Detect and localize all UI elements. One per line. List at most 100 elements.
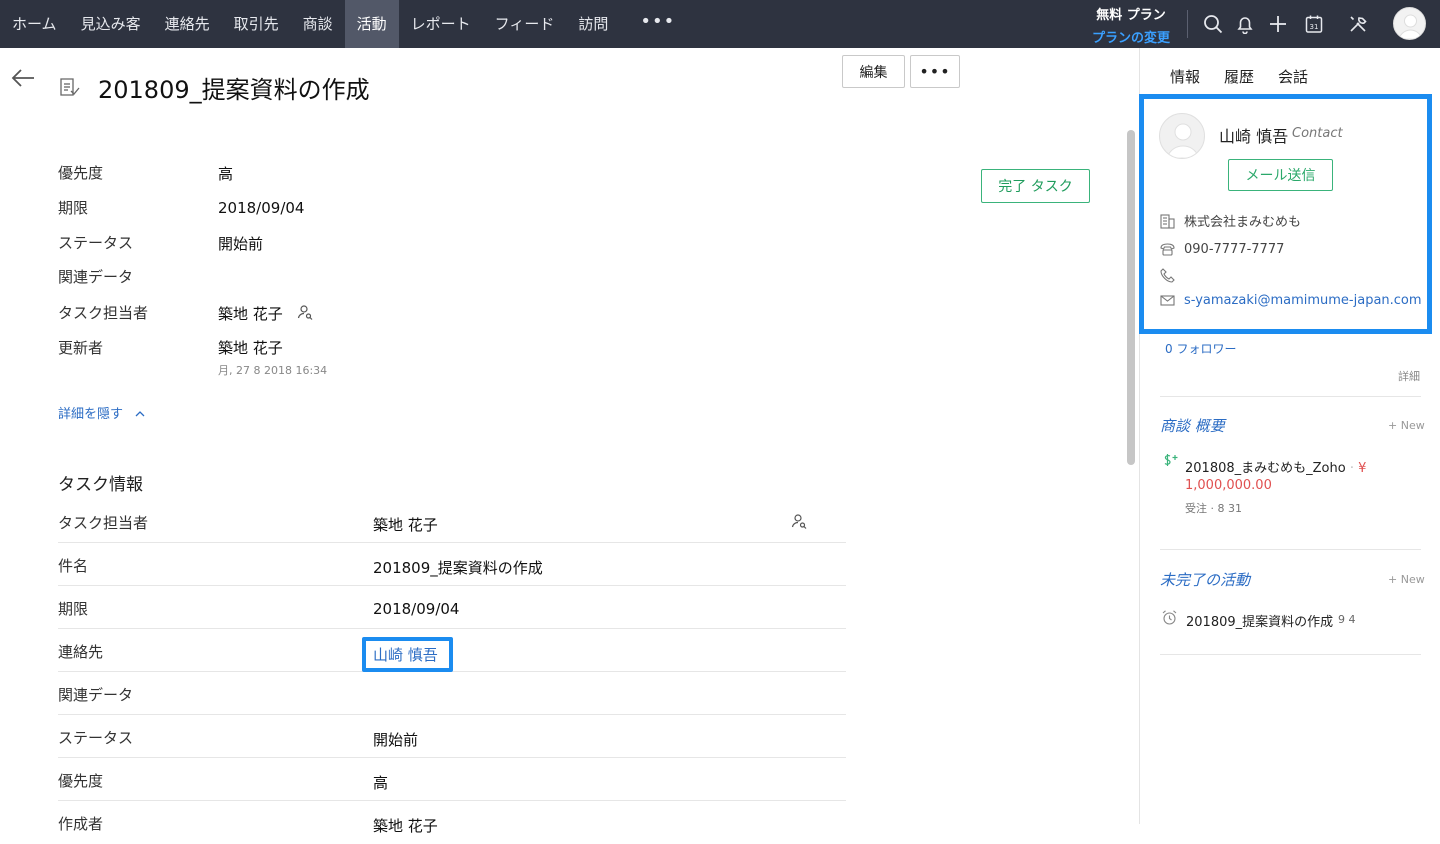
task-owner-value: 築地 花子 [218, 305, 283, 323]
hide-details-link[interactable]: 詳細を隠す [58, 403, 145, 422]
status-value: 開始前 [218, 235, 264, 253]
plus-icon[interactable] [1266, 12, 1290, 36]
open-activities-title: 未完了の活動 [1160, 571, 1251, 589]
more-actions-button[interactable]: ••• [910, 55, 960, 88]
task-info-row-owner: タスク担当者 築地 花子 [58, 500, 846, 543]
task-icon [58, 76, 80, 100]
company-line: 株式会社まみむめも [1159, 211, 1419, 230]
activity-link[interactable]: 201809_提案資料の作成 [1186, 611, 1333, 630]
deal-name: 201808_まみむめも_Zoho [1185, 461, 1346, 476]
tab-info[interactable]: 情報 [1170, 66, 1200, 87]
nav-item-visits[interactable]: 訪問 [566, 0, 620, 48]
change-owner-icon[interactable] [791, 513, 807, 529]
due-date-value: 2018/09/04 [218, 199, 305, 217]
task-info-row-subject: 件名 201809_提案資料の作成 [58, 543, 846, 586]
section-divider [1160, 396, 1421, 397]
contact-avatar [1159, 113, 1205, 159]
task-info-title: タスク情報 [58, 475, 143, 495]
row-value: 2018/09/04 [373, 600, 460, 618]
company-name: 株式会社まみむめも [1184, 214, 1302, 230]
bell-icon[interactable] [1233, 12, 1257, 36]
section-divider [1160, 654, 1421, 655]
contact-name[interactable]: 山崎 慎吾 [1219, 123, 1288, 147]
nav-item-activities[interactable]: 活動 [344, 0, 399, 48]
tools-icon[interactable] [1346, 12, 1370, 36]
plan-info: 無料 プラン プランの変更 [1092, 4, 1170, 46]
row-label: 件名 [58, 557, 89, 575]
task-owner-label: タスク担当者 [58, 304, 149, 322]
nav-item-home[interactable]: ホーム [0, 0, 69, 48]
plan-change-link[interactable]: プランの変更 [1092, 27, 1170, 46]
tab-history[interactable]: 履歴 [1224, 66, 1254, 87]
tab-conversations[interactable]: 会話 [1278, 66, 1308, 87]
building-icon [1160, 213, 1175, 229]
separator-dot: · [1210, 502, 1218, 515]
contact-link-highlight [362, 637, 453, 672]
nav-item-deals[interactable]: 商談 [291, 0, 345, 48]
calendar-day: 31 [1310, 23, 1319, 31]
phone-icon [1160, 267, 1175, 283]
task-info-row-due-date: 期限 2018/09/04 [58, 586, 846, 629]
row-value: 築地 花子 [373, 817, 438, 835]
nav-separator [1187, 10, 1188, 38]
deal-link[interactable]: 201808_まみむめも_Zoho · ¥ [1185, 457, 1366, 476]
email-line: s-yamazaki@mamimume-japan.com [1159, 291, 1422, 309]
nav-item-leads[interactable]: 見込み客 [69, 0, 153, 48]
activity-date: 9 4 [1338, 613, 1356, 626]
deal-amount: 1,000,000.00 [1185, 478, 1272, 493]
telephone-icon [1160, 242, 1175, 256]
details-link[interactable]: 詳細 [1398, 368, 1420, 384]
task-info-row-created-by: 作成者 築地 花子 [58, 801, 846, 844]
new-activity-link[interactable]: + New [1388, 573, 1425, 586]
send-email-button[interactable]: メール送信 [1228, 159, 1333, 191]
nav-item-contacts[interactable]: 連絡先 [153, 0, 222, 48]
followers-link[interactable]: 0 フォロワー [1165, 340, 1236, 357]
row-label: 連絡先 [58, 643, 104, 661]
currency-symbol: ¥ [1358, 461, 1367, 476]
row-label: 期限 [58, 600, 89, 618]
deal-icon [1162, 453, 1180, 469]
nav-item-feeds[interactable]: フィード [483, 0, 567, 48]
hide-details-label: 詳細を隠す [58, 407, 124, 422]
change-owner-icon[interactable] [297, 304, 313, 320]
modified-time: 月, 27 8 2018 16:34 [218, 364, 328, 377]
phone-line: 090-7777-7777 [1159, 240, 1419, 258]
calendar-icon[interactable]: 31 [1302, 12, 1326, 36]
row-label: タスク担当者 [58, 514, 149, 532]
priority-label: 優先度 [58, 164, 104, 182]
task-info-row-related: 関連データ [58, 672, 846, 715]
search-icon[interactable] [1201, 12, 1225, 36]
plan-label: 無料 プラン [1096, 8, 1166, 23]
row-value: 高 [373, 774, 389, 792]
modified-by-label: 更新者 [58, 339, 104, 357]
phone-number[interactable]: 090-7777-7777 [1184, 242, 1284, 257]
edit-button[interactable]: 編集 [842, 55, 905, 88]
section-divider [1160, 549, 1421, 550]
right-panel-tabs: 情報 履歴 会話 [1170, 66, 1308, 87]
back-arrow-icon[interactable] [10, 66, 36, 90]
top-navigation: ホーム 見込み客 連絡先 取引先 商談 活動 レポート フィード 訪問 ••• … [0, 0, 1440, 48]
email-link[interactable]: s-yamazaki@mamimume-japan.com [1184, 293, 1422, 308]
modified-by-value: 築地 花子 [218, 339, 283, 357]
due-date-label: 期限 [58, 199, 89, 217]
alarm-clock-icon [1161, 609, 1178, 626]
user-avatar[interactable] [1393, 7, 1426, 40]
deal-stage: 受注 [1185, 502, 1207, 515]
contact-card: 山崎 慎吾 Contact メール送信 株式会社まみむめも 090-7777-7… [1139, 94, 1432, 334]
nav-more-button[interactable]: ••• [620, 0, 695, 48]
related-data-label: 関連データ [58, 268, 134, 286]
chevron-up-icon [135, 407, 145, 422]
nav-item-accounts[interactable]: 取引先 [222, 0, 291, 48]
new-deal-link[interactable]: + New [1388, 419, 1425, 432]
mobile-line [1159, 266, 1419, 284]
task-info-row-status: ステータス 開始前 [58, 715, 846, 758]
row-value: 201809_提案資料の作成 [373, 559, 543, 577]
status-label: ステータス [58, 234, 134, 252]
page-title: 201809_提案資料の作成 [98, 76, 370, 104]
row-label: 優先度 [58, 772, 104, 790]
deal-date: 8 31 [1217, 502, 1243, 515]
complete-task-button[interactable]: 完了 タスク [981, 169, 1090, 203]
row-value: 築地 花子 [373, 516, 438, 534]
scrollbar[interactable] [1127, 130, 1135, 465]
nav-item-reports[interactable]: レポート [399, 0, 483, 48]
